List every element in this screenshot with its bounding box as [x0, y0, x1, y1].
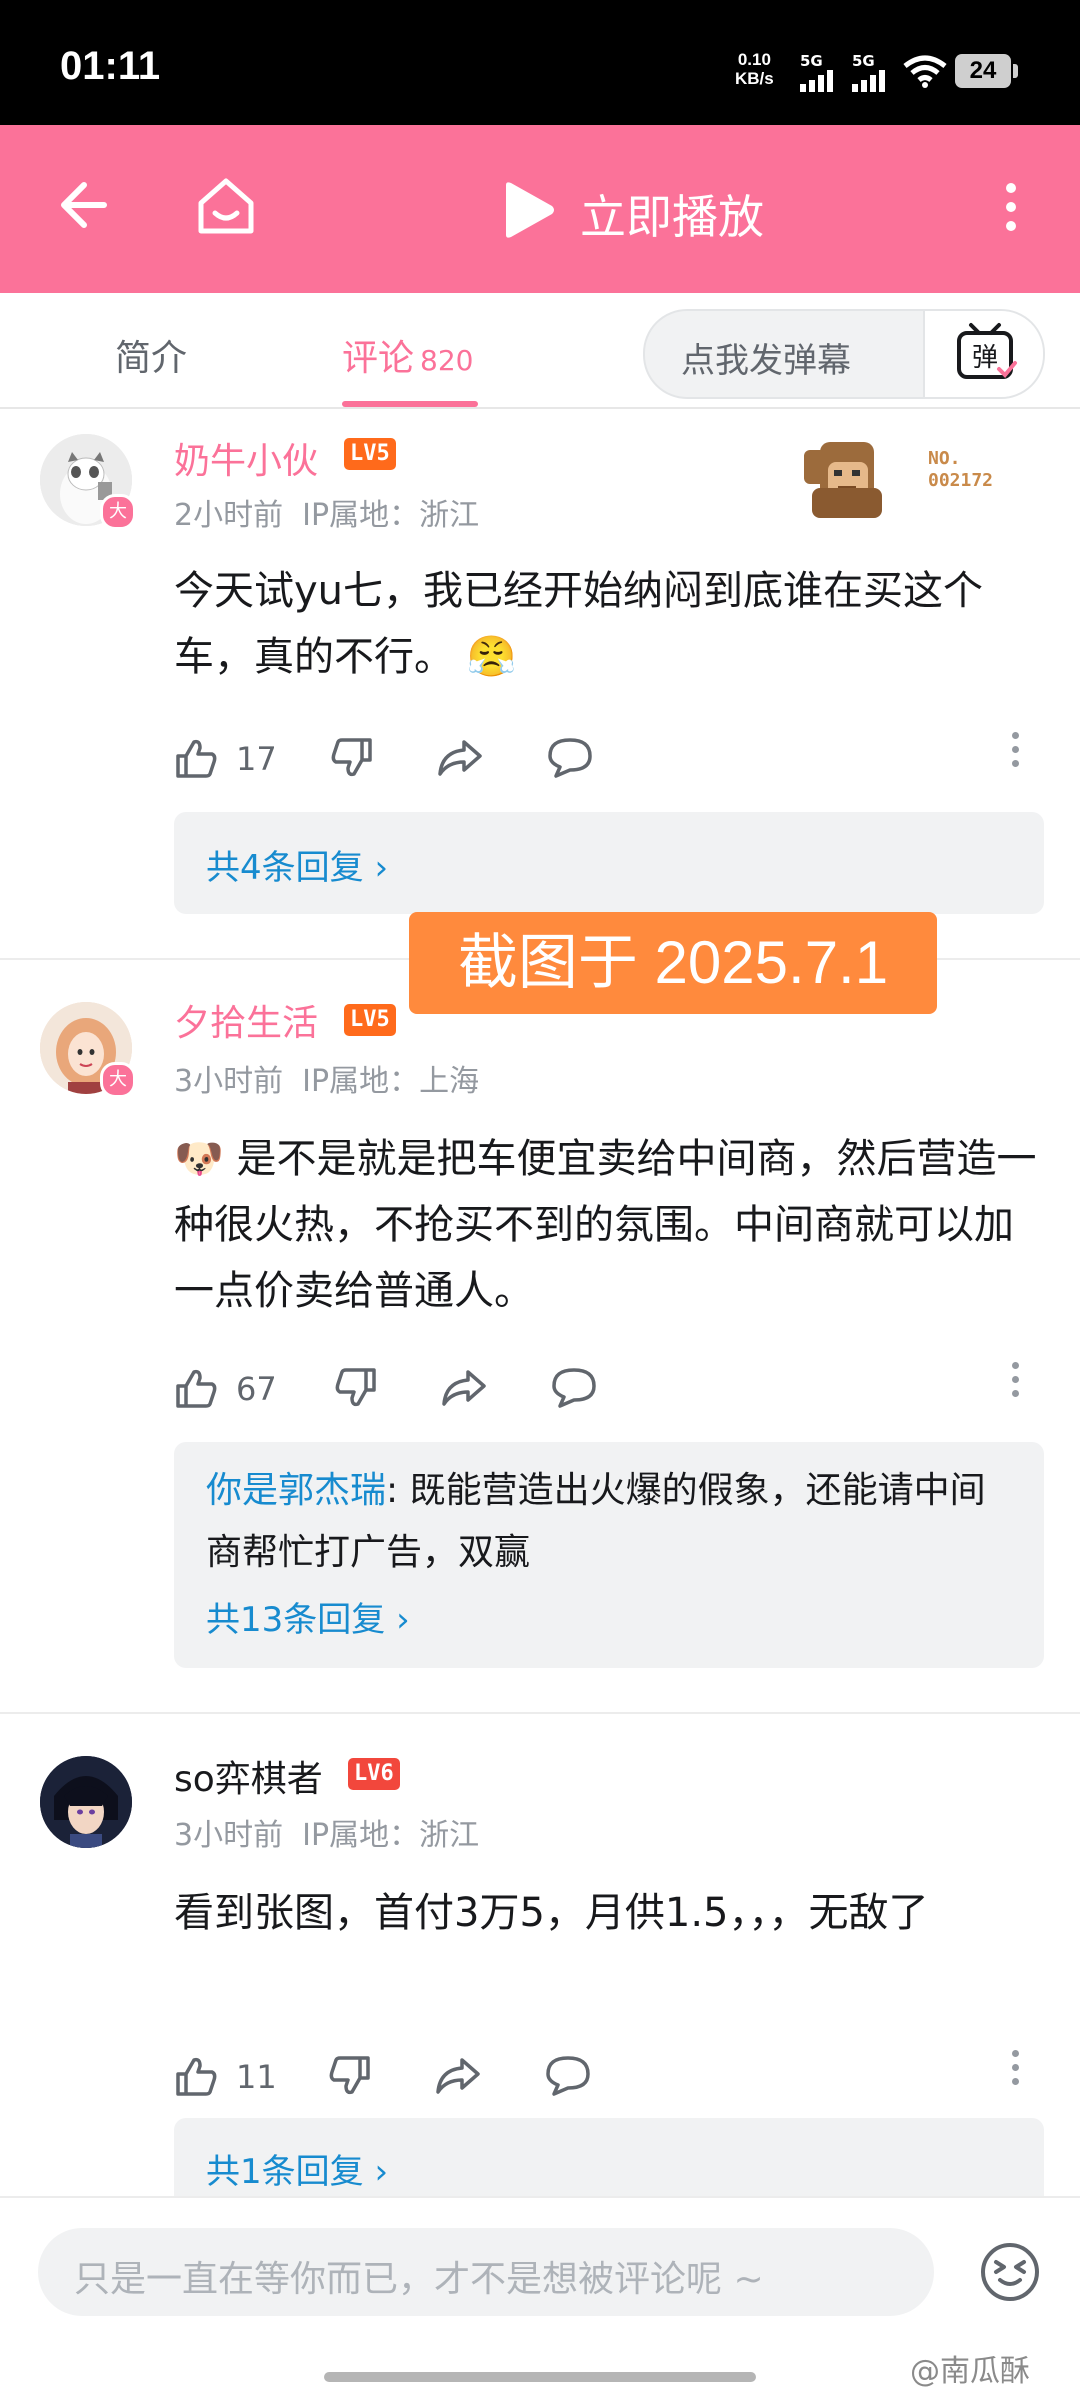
comment-time: 3小时前	[174, 1064, 284, 1099]
like-icon[interactable]	[174, 1366, 218, 1410]
level-badge: LV6	[348, 1758, 400, 1790]
reply-preview: 你是郭杰瑞: 既能营造出火爆的假象，还能请中间商帮忙打广告，双赢	[206, 1460, 1016, 1584]
comment-text: 🐶 是不是就是把车便宜卖给中间商，然后营造一种很火热，不抢买不到的氛围。中间商就…	[174, 1126, 1044, 1324]
monkey-decoration-icon	[804, 442, 882, 518]
emoji-icon[interactable]	[978, 2240, 1042, 2304]
username[interactable]: 奶牛小伙	[174, 432, 318, 484]
username[interactable]: 夕拾生活	[174, 994, 318, 1046]
comment-item: 大 奶牛小伙 LV5 2小时前 IP属地：浙江 NO. 002172 今天试yu…	[0, 408, 1080, 958]
home-indicator[interactable]	[324, 2372, 756, 2382]
comment-item: 大 夕拾生活 LV5 3小时前 IP属地：上海 🐶 是不是就是把车便宜卖给中间商…	[0, 960, 1080, 1712]
net-speed-unit: KB/s	[735, 69, 774, 88]
user-badge: 大	[100, 494, 136, 530]
danmaku-button[interactable]: 弹	[923, 311, 1043, 397]
signal-icon: 5G	[852, 52, 892, 96]
comment-meta: 2小时前 IP属地：浙江	[174, 490, 479, 534]
comment-time: 2小时前	[174, 498, 284, 533]
reply-icon[interactable]	[550, 1366, 598, 1410]
comment-item: so弈棋者 LV6 3小时前 IP属地：浙江 看到张图，首付3万5，月供1.5，…	[0, 1714, 1080, 2196]
comment-more-icon[interactable]	[1012, 732, 1020, 774]
reply-icon[interactable]	[544, 2054, 592, 2098]
dislike-icon[interactable]	[334, 1366, 378, 1410]
play-icon[interactable]	[498, 179, 558, 241]
username[interactable]: so弈棋者	[174, 1750, 323, 1802]
wifi-icon	[903, 55, 947, 88]
net-speed-value: 0.10	[737, 50, 771, 69]
comment-more-icon[interactable]	[1012, 1362, 1020, 1404]
signal-1-label: 5G	[800, 52, 823, 70]
danmaku-input[interactable]: 点我发弹幕 弹	[643, 309, 1045, 399]
view-replies-link[interactable]: 共13条回复 ›	[206, 1592, 410, 1641]
comment-text-body: 是不是就是把车便宜卖给中间商，然后营造一种很火热，不抢买不到的氛围。中间商就可以…	[174, 1136, 1037, 1314]
comment-text: 今天试yu七，我已经开始纳闷到底谁在买这个车，真的不行。 😤	[174, 558, 1044, 690]
comment-time: 3小时前	[174, 1818, 284, 1853]
comment-ip: IP属地：浙江	[302, 498, 480, 533]
like-count: 17	[236, 740, 277, 778]
more-icon[interactable]	[1006, 183, 1016, 240]
user-badge: 大	[100, 1062, 136, 1098]
comment-actions: 17	[174, 728, 1034, 788]
decoration-no: NO.	[928, 448, 961, 469]
dislike-icon[interactable]	[328, 2054, 372, 2098]
battery-tip	[1013, 64, 1018, 78]
battery-icon: 24	[955, 54, 1011, 88]
play-now-button[interactable]: 立即播放	[580, 181, 764, 247]
danmaku-placeholder: 点我发弹幕	[681, 341, 851, 381]
comment-input[interactable]: 只是一直在等你而已，才不是想被评论呢 ~	[38, 2228, 934, 2316]
tab-intro[interactable]: 简介	[115, 329, 187, 381]
tab-bar: 简介 评论 820 点我发弹幕 弹	[0, 293, 1080, 409]
reply-box: 共4条回复 ›	[174, 812, 1044, 914]
tab-active-indicator	[342, 401, 478, 407]
comment-ip: IP属地：上海	[302, 1064, 480, 1099]
tv-danmaku-icon: 弹	[957, 323, 1017, 379]
reply-box: 共1条回复 ›	[174, 2118, 1044, 2196]
comment-emoji: 🐶	[174, 1136, 224, 1182]
signal-2-label: 5G	[852, 52, 875, 70]
view-replies-link[interactable]: 共4条回复 ›	[206, 840, 388, 889]
dislike-icon[interactable]	[330, 736, 374, 780]
reply-username[interactable]: 你是郭杰瑞	[206, 1470, 386, 1511]
back-arrow-icon[interactable]	[52, 175, 112, 235]
avatar[interactable]	[40, 1756, 132, 1848]
decoration-number: NO. 002172	[928, 448, 993, 492]
share-icon[interactable]	[440, 1366, 488, 1410]
comment-input-placeholder: 只是一直在等你而已，才不是想被评论呢 ~	[74, 2259, 764, 2300]
watermark: @南瓜酥	[910, 2354, 1030, 2389]
reply-box: 你是郭杰瑞: 既能营造出火爆的假象，还能请中间商帮忙打广告，双赢 共13条回复 …	[174, 1442, 1044, 1668]
home-icon[interactable]	[195, 175, 257, 237]
video-top-bar: 立即播放	[0, 125, 1080, 293]
like-count: 11	[236, 2058, 277, 2096]
reply-icon[interactable]	[546, 736, 594, 780]
share-icon[interactable]	[436, 736, 484, 780]
comment-actions: 11	[174, 2046, 1034, 2106]
like-icon[interactable]	[174, 2054, 218, 2098]
decoration-id: 002172	[928, 470, 994, 491]
like-count: 67	[236, 1370, 277, 1408]
comment-text-body: 今天试yu七，我已经开始纳闷到底谁在买这个车，真的不行。	[174, 568, 984, 680]
comment-meta: 3小时前 IP属地：上海	[174, 1056, 479, 1100]
view-replies-link[interactable]: 共1条回复 ›	[206, 2144, 388, 2193]
comment-meta: 3小时前 IP属地：浙江	[174, 1810, 479, 1854]
comment-emoji: 😤	[466, 634, 517, 680]
status-time: 01:11	[60, 44, 161, 88]
level-badge: LV5	[344, 1004, 396, 1036]
tab-comments[interactable]: 评论 820	[342, 329, 473, 381]
tab-comments-label: 评论	[342, 338, 415, 379]
comment-count: 820	[420, 344, 474, 377]
comment-actions: 67	[174, 1358, 1034, 1418]
net-speed: 0.10 KB/s	[735, 50, 774, 88]
level-badge: LV5	[344, 438, 396, 470]
comment-ip: IP属地：浙江	[302, 1818, 480, 1853]
signal-icon: 5G	[800, 52, 840, 96]
comment-more-icon[interactable]	[1012, 2050, 1020, 2092]
danmaku-button-label: 弹	[972, 343, 998, 373]
comment-text: 看到张图，首付3万5，月供1.5，，，无敌了	[174, 1890, 929, 1936]
share-icon[interactable]	[434, 2054, 482, 2098]
status-bar: 01:11 0.10 KB/s 5G 5G 24	[0, 0, 1080, 125]
like-icon[interactable]	[174, 736, 218, 780]
